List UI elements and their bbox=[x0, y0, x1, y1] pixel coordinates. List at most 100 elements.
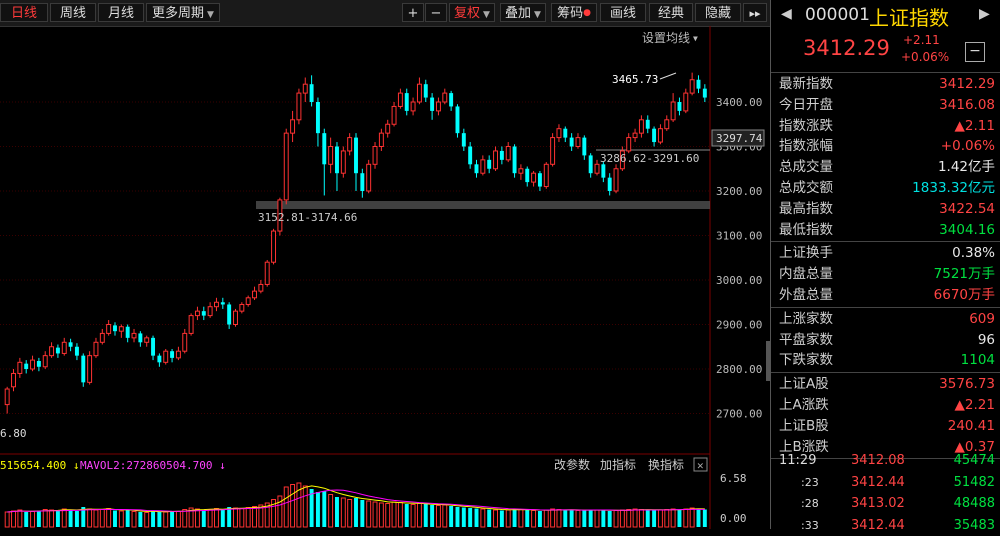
fuquan-dropdown[interactable]: 复权 ▼ bbox=[449, 3, 495, 22]
expand-arrows-icon[interactable]: ▸▸ bbox=[743, 3, 767, 22]
candle-body bbox=[569, 137, 574, 147]
candle-body bbox=[689, 79, 695, 94]
edit-params-button[interactable]: 改参数 bbox=[554, 457, 590, 472]
candle-body bbox=[17, 361, 23, 374]
candle-body bbox=[328, 146, 334, 165]
candle-body bbox=[416, 83, 422, 103]
chips-label: 筹码 bbox=[557, 6, 584, 21]
volume-bar bbox=[239, 508, 245, 528]
candle-body bbox=[404, 93, 409, 111]
volume-bar bbox=[537, 511, 542, 527]
more-periods-dropdown[interactable]: 更多周期 ▼ bbox=[146, 3, 220, 22]
volume-bar bbox=[493, 509, 498, 528]
candle-body bbox=[696, 79, 701, 89]
switch-indicator-button[interactable]: 换指标 bbox=[648, 457, 684, 472]
tick-row: :23 3412.44 51482 bbox=[771, 473, 995, 493]
candle-body bbox=[252, 290, 257, 299]
volume-bar bbox=[601, 510, 606, 527]
candle-body bbox=[423, 84, 428, 98]
candle-body bbox=[81, 355, 86, 383]
volume-bar bbox=[455, 507, 460, 527]
candle-body bbox=[340, 150, 346, 174]
volume-bar bbox=[233, 507, 238, 528]
minimize-button[interactable]: − bbox=[965, 42, 985, 62]
candle-body bbox=[175, 350, 181, 359]
candle-body bbox=[61, 341, 67, 354]
volume-bar bbox=[652, 510, 657, 527]
candle-body bbox=[385, 123, 391, 134]
candle-body bbox=[138, 333, 143, 343]
tick-volume: 51482 bbox=[953, 474, 995, 490]
volume-bar bbox=[391, 501, 397, 528]
volume-bar bbox=[151, 510, 156, 527]
volume-bar bbox=[702, 509, 707, 527]
period-toolbar: 日线 周线 月线 更多周期 ▼ + − 复权 ▼ 叠加 ▼ 筹码● 画线 经典 隐藏 … bbox=[0, 0, 770, 27]
tab-monthly[interactable]: 月线 bbox=[98, 3, 144, 22]
row-separator bbox=[771, 372, 1000, 374]
candle-body bbox=[42, 355, 48, 368]
candle-body bbox=[366, 163, 372, 192]
tick-price: 3412.44 bbox=[851, 474, 905, 490]
draw-line-button[interactable]: 画线 bbox=[600, 3, 646, 22]
chevron-down-icon: ▼ bbox=[207, 10, 214, 20]
prev-symbol-icon[interactable]: ◀ bbox=[781, 6, 792, 22]
quote-row-value: ▲2.11 bbox=[954, 117, 995, 134]
add-indicator-button[interactable]: 加指标 bbox=[600, 457, 636, 472]
candle-body bbox=[449, 93, 454, 107]
quote-row: 最低指数 3404.16 bbox=[779, 220, 995, 240]
zoom-in-button[interactable]: + bbox=[402, 3, 424, 22]
candle-body bbox=[670, 101, 676, 121]
next-symbol-icon[interactable]: ▶ bbox=[979, 6, 990, 22]
quote-row-value: 609 bbox=[969, 310, 995, 327]
tab-daily[interactable]: 日线 bbox=[0, 3, 48, 22]
quote-row-label: 上涨家数 bbox=[779, 310, 833, 327]
chips-button[interactable]: 筹码● bbox=[551, 3, 597, 22]
overlay-dropdown[interactable]: 叠加 ▼ bbox=[500, 3, 546, 22]
quote-row-value: 3404.16 bbox=[939, 221, 995, 238]
vol-tick-bottom: 0.00 bbox=[720, 512, 747, 525]
price-tick-label: 2700.00 bbox=[716, 408, 762, 421]
candle-body bbox=[49, 346, 55, 357]
candle-body bbox=[24, 363, 29, 369]
candle-body bbox=[125, 326, 130, 338]
volume-bar bbox=[138, 512, 143, 527]
volume-bar bbox=[468, 508, 473, 527]
candle-body bbox=[188, 315, 194, 334]
volume-bar bbox=[449, 506, 454, 527]
candle-body bbox=[55, 347, 60, 354]
candle-body bbox=[283, 132, 289, 201]
candle-body bbox=[652, 128, 657, 143]
row-separator bbox=[771, 241, 1000, 243]
quote-row-value: 240.41 bbox=[947, 417, 995, 434]
price-tick-label: 3100.00 bbox=[716, 230, 762, 243]
candle-body bbox=[157, 355, 162, 363]
kline-chart-area[interactable]: 3400.00 3300.00 3200.00 3100.00 3000.00 2900.… bbox=[0, 26, 771, 529]
volume-bar bbox=[335, 497, 339, 527]
candle-body bbox=[601, 164, 606, 178]
candle-body bbox=[588, 155, 593, 174]
quote-row-value: 3416.08 bbox=[939, 96, 995, 113]
tick-time: :23 bbox=[801, 475, 819, 489]
setting-ma-label[interactable]: 设置均线 bbox=[642, 31, 690, 45]
tab-weekly[interactable]: 周线 bbox=[50, 3, 96, 22]
kline-svg[interactable]: 3400.003300.003200.003100.003000.002900.… bbox=[0, 26, 770, 529]
volume-bar bbox=[157, 511, 162, 527]
quote-row: 总成交量 1.42亿手 bbox=[779, 157, 995, 177]
zoom-out-button[interactable]: − bbox=[425, 3, 447, 22]
hide-button[interactable]: 隐藏 bbox=[695, 3, 741, 22]
volume-bar bbox=[505, 509, 511, 528]
candle-body bbox=[113, 325, 117, 332]
volume-bar bbox=[416, 503, 422, 528]
volume-bar bbox=[619, 509, 625, 528]
more-periods-label: 更多周期 bbox=[152, 6, 205, 21]
candle-body bbox=[505, 146, 511, 161]
candle-body bbox=[594, 163, 600, 174]
classic-button[interactable]: 经典 bbox=[649, 3, 693, 22]
volume-bar bbox=[340, 497, 346, 528]
candle-body bbox=[258, 283, 264, 292]
candle-body bbox=[702, 88, 707, 98]
volume-bar bbox=[283, 486, 289, 528]
volume-bar bbox=[201, 510, 206, 527]
quote-row: 上涨家数 609 bbox=[779, 309, 995, 329]
high-pointer-line bbox=[659, 72, 677, 80]
